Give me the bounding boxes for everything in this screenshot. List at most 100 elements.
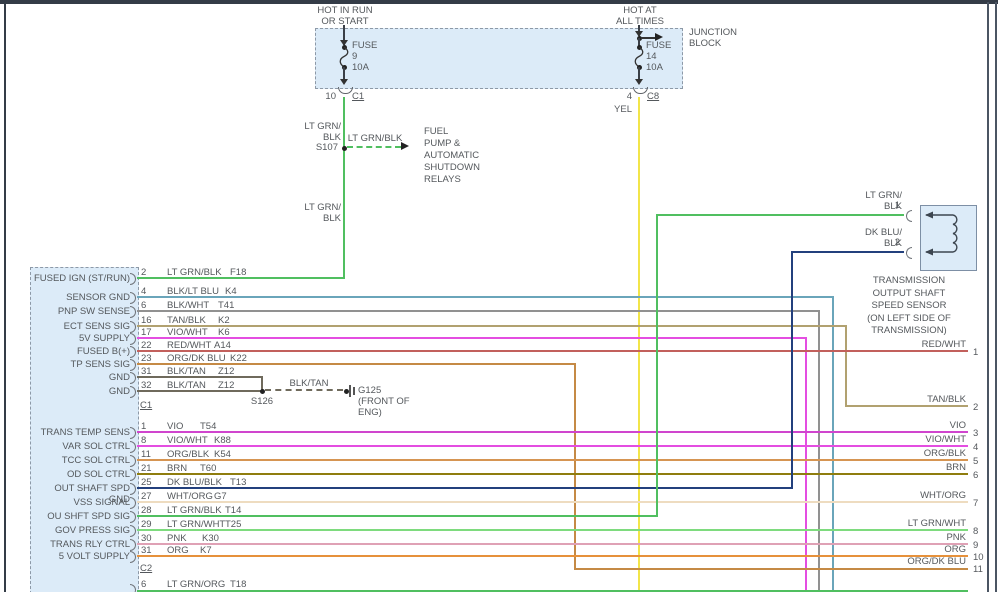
pcm-c2-connector-label: C2	[140, 563, 152, 574]
pcm-row-label: TP SENS SIG	[32, 359, 130, 370]
right-pin-number: 8	[973, 526, 978, 537]
right-pin-wire: VIO	[820, 420, 966, 431]
right-pin-number: 5	[973, 456, 978, 467]
pcm-row-pin: 16	[141, 315, 152, 326]
wire-c2-27	[137, 501, 968, 503]
right-pin-number: 7	[973, 498, 978, 509]
right-pin-wire: ORG/BLK	[820, 448, 966, 459]
pcm-row-pin: 32	[141, 380, 152, 391]
pcm-row-circuit: Z12	[218, 380, 234, 391]
pcm-row-wire: LT GRN/BLK	[167, 505, 222, 516]
pcm-row-wire: LT GRN/ORG	[167, 579, 225, 590]
pcm-row-pin: 22	[141, 340, 152, 351]
pcm-row-wire: RED/WHT	[167, 340, 211, 351]
right-pin-wire: WHT/ORG	[820, 490, 966, 501]
pcm-row-label: FUSED IGN (ST/RUN)	[32, 273, 130, 284]
pcm-row-pin: 17	[141, 327, 152, 338]
pcm-row-pin: 27	[141, 491, 152, 502]
pcm-row-label: VSS SIGNAL	[32, 497, 130, 508]
wire-sensor-1	[656, 214, 904, 216]
pcm-row-pin: 23	[141, 353, 152, 364]
pcm-row-pin: 11	[141, 449, 151, 460]
wiring-diagram: HOT IN RUN OR START HOT AT ALL TIMES JUN…	[0, 0, 998, 592]
wire-c1-23-drop	[574, 363, 576, 570]
right-pin-wire: PNK	[820, 532, 966, 543]
branch-line	[641, 37, 655, 39]
wire-s126-ground-dash	[265, 389, 343, 391]
pcm-row-pin: 1	[141, 421, 146, 432]
pcm-row-wire: BLK/TAN	[167, 380, 206, 391]
pcm-row-wire: BLK/TAN	[167, 366, 206, 377]
pcm-row-pin: 31	[141, 545, 152, 556]
pcm-c1-connector-label: C1	[140, 400, 152, 411]
wire-c1-17-drop	[805, 337, 807, 592]
pcm-row-wire: LT GRN/WHT	[167, 519, 225, 530]
ground-bar-icon	[349, 385, 351, 397]
right-pin-wire: BRN	[820, 462, 966, 473]
sensor-coil-icon	[920, 205, 975, 269]
pcm-row-pin: 29	[141, 519, 152, 530]
pcm-row-label: SENSOR GND	[32, 292, 130, 303]
pcm-row-circuit: T14	[225, 505, 241, 516]
wire-c1-22	[137, 350, 968, 352]
pcm-row-wire: TAN/BLK	[167, 315, 206, 326]
wire-c1-6	[137, 310, 820, 312]
right-pin-number: 1	[973, 347, 978, 358]
jb-conn-c1: C1	[352, 91, 364, 102]
right-pin-wire: RED/WHT	[820, 339, 966, 350]
pcm-row-label: GND	[32, 386, 130, 397]
pcm-row-label: TRANS RLY CTRL	[32, 539, 130, 550]
fuse9-name: FUSE	[352, 40, 377, 51]
fuel-pump-relays-label: FUEL PUMP & AUTOMATIC SHUTDOWN RELAYS	[424, 126, 508, 186]
s126-splice-dot	[260, 389, 265, 394]
pcm-row-label: ECT SENS SIG	[32, 321, 130, 332]
pcm-row-circuit: T18	[230, 579, 246, 590]
pcm-row-wire: BLK/WHT	[167, 300, 209, 311]
right-pin-wire: LT GRN/WHT	[820, 518, 966, 529]
pcm-row-label: VAR SOL CTRL	[32, 441, 130, 452]
pcm-row-label: GND	[32, 372, 130, 383]
pcm-row-circuit: K22	[230, 353, 247, 364]
sensor-pin1-number: 1	[888, 200, 900, 211]
jb-conn-c8: C8	[647, 91, 659, 102]
wire-c1-16	[137, 325, 847, 327]
arrow-down-icon	[340, 79, 348, 85]
left-border	[4, 0, 6, 592]
fuse14-name: FUSE	[646, 40, 671, 51]
jb-pin-4: 4	[614, 91, 632, 102]
pcm-row-wire: BLK/LT BLU	[167, 286, 219, 297]
g125-ground-dot	[344, 389, 349, 394]
s107-branch-dash	[347, 146, 401, 148]
yel-wire-label: YEL	[604, 104, 632, 115]
pcm-row-label: 5 VOLT SUPPLY	[32, 551, 130, 562]
pcm-row-pin: 2	[141, 267, 146, 278]
fuse9-number: 9	[352, 51, 357, 62]
pcm-row-wire: ORG/DK BLU	[167, 353, 226, 364]
wire-yel-feed	[638, 97, 640, 592]
pcm-row-wire: ORG/BLK	[167, 449, 209, 460]
pcm-row-circuit: F18	[230, 267, 246, 278]
connector-socket-icon	[633, 87, 648, 94]
pcm-row-label: 5V SUPPLY	[32, 333, 130, 344]
right-pin-wire: VIO/WHT	[820, 434, 966, 445]
fuse14-number: 14	[646, 51, 657, 62]
arrow-down-icon	[635, 79, 643, 85]
right-pin-number: 10	[973, 552, 984, 563]
pcm-row-label: TCC SOL CTRL	[32, 455, 130, 466]
connector-socket-icon	[906, 247, 912, 259]
pcm-row-circuit: T25	[225, 519, 241, 530]
pcm-row-pin: 6	[141, 579, 146, 590]
wire-c2-25-riser	[791, 251, 793, 489]
pcm-row-label: GOV PRESS SIG	[32, 525, 130, 536]
pcm-row-pin: 30	[141, 533, 152, 544]
fuse9-rating: 10A	[352, 62, 369, 73]
pcm-row-pin: 6	[141, 300, 146, 311]
wire-c2-29	[137, 529, 968, 531]
sensor-caption: TRANSMISSION OUTPUT SHAFT SPEED SENSOR (…	[845, 275, 973, 338]
right-border-outer	[995, 2, 997, 592]
pcm-row-wire: DK BLU/BLK	[167, 477, 222, 488]
s107-label: S107	[302, 142, 338, 153]
s107-splice-dot	[342, 146, 347, 151]
right-pin-number: 4	[973, 442, 978, 453]
hot-in-run-label: HOT IN RUN OR START	[297, 5, 393, 27]
